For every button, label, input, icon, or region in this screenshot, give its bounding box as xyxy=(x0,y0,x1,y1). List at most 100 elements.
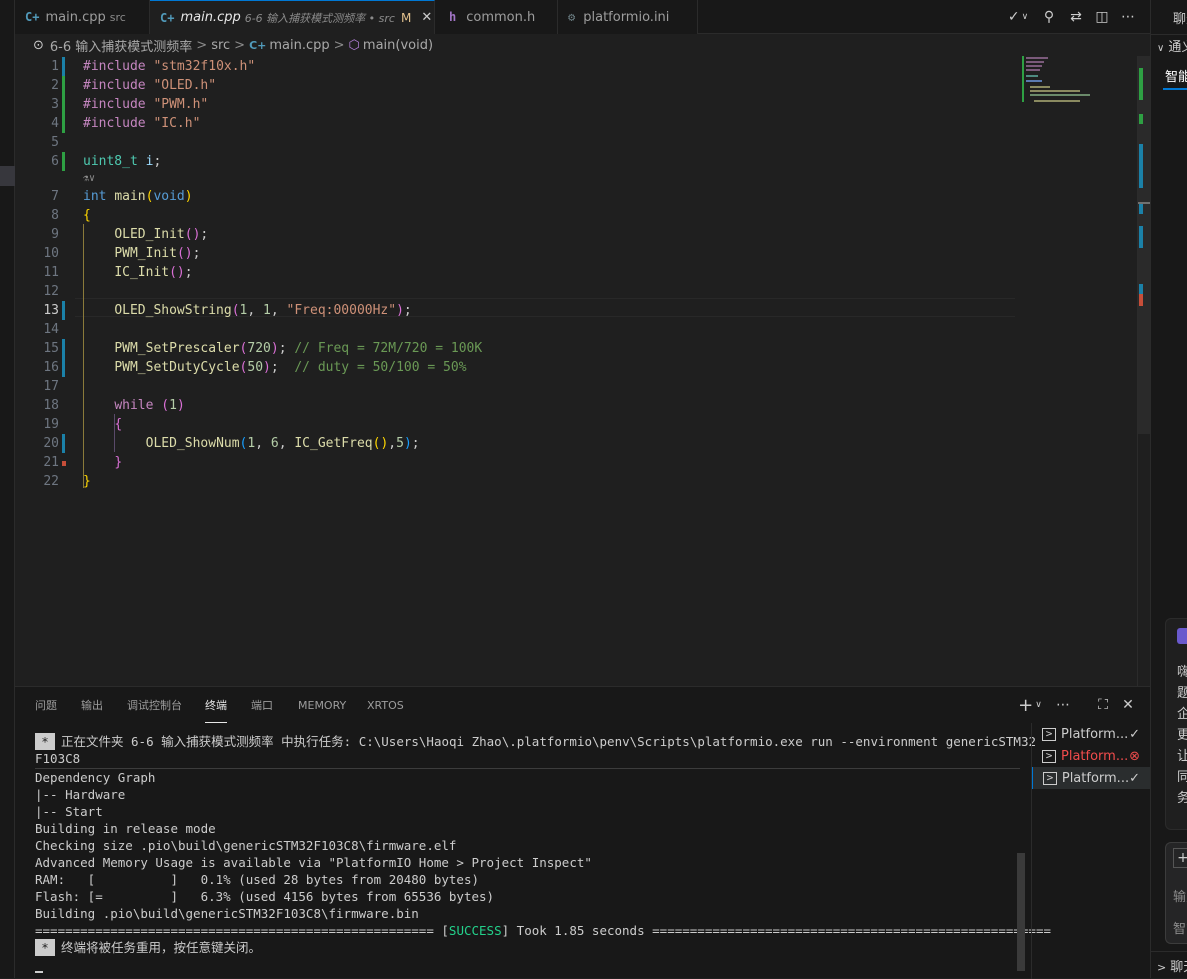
cpp-file-icon: C+ xyxy=(160,10,175,25)
chat-section-header[interactable]: ∨通义 xyxy=(1157,36,1187,55)
line-number: 10 xyxy=(43,246,59,261)
code-line[interactable]: PWM_SetPrescaler(720); // Freq = 72M/720… xyxy=(83,339,482,358)
chat-input-placeholder[interactable]: 输入 xyxy=(1173,886,1187,905)
chat-welcome-text: 务 xyxy=(1177,787,1187,806)
line-number: 7 xyxy=(51,189,59,204)
terminal-task-line-2: F103C8 xyxy=(35,751,81,766)
terminal-icon: > xyxy=(1042,727,1056,741)
cpp-file-icon: C+ xyxy=(25,10,40,24)
code-line[interactable]: PWM_Init(); xyxy=(83,244,200,263)
code-line[interactable]: } xyxy=(83,453,122,472)
line-number: 17 xyxy=(43,379,59,394)
breadcrumb-symbol[interactable]: main(void) xyxy=(363,38,433,53)
code-editor[interactable]: 1 #include "stm32f10x.h" 2 #include "OLED.h… xyxy=(15,56,1152,686)
git-change-marker[interactable] xyxy=(62,301,65,320)
git-change-marker[interactable] xyxy=(62,461,66,466)
tab-platformio-ini[interactable]: ⚙ platformio.ini xyxy=(558,0,698,34)
code-line[interactable]: PWM_SetDutyCycle(50); // duty = 50/100 =… xyxy=(83,358,466,377)
panel-tab-terminal[interactable]: 终端 xyxy=(205,687,227,723)
terminal-instance[interactable]: > Platform... ✓ xyxy=(1032,723,1150,745)
panel-tab-output[interactable]: 输出 xyxy=(81,687,103,723)
line-number: 5 xyxy=(51,135,59,150)
git-change-marker[interactable] xyxy=(62,57,65,76)
compare-icon[interactable]: ⇄ xyxy=(1064,0,1088,34)
git-change-marker[interactable] xyxy=(62,358,65,377)
terminal-scrollbar[interactable] xyxy=(1017,853,1025,971)
add-context-icon[interactable]: + xyxy=(1173,848,1187,868)
breadcrumb-folder[interactable]: 6-6 输入捕获模式测频率 xyxy=(50,36,192,55)
line-number: 12 xyxy=(43,284,59,299)
chat-welcome-text: 让 xyxy=(1177,745,1187,764)
terminal-line: |-- Hardware xyxy=(35,787,126,802)
line-number: 14 xyxy=(43,322,59,337)
terminal-line: Building in release mode xyxy=(35,821,216,836)
star-icon: * xyxy=(35,939,55,956)
tab-dir: src xyxy=(109,10,126,24)
tab-label: platformio.ini xyxy=(583,9,670,25)
line-number: 18 xyxy=(43,398,59,413)
check-dropdown-icon[interactable]: ✓ ∨ xyxy=(1000,0,1036,34)
panel-tab-xrtos[interactable]: XRTOS xyxy=(367,687,404,723)
chat-title[interactable]: 聊天 xyxy=(1173,8,1187,27)
split-editor-icon[interactable]: ◫ xyxy=(1090,0,1114,34)
line-number: 13 xyxy=(43,303,59,318)
code-line[interactable]: #include "stm32f10x.h" xyxy=(83,57,255,76)
git-change-marker[interactable] xyxy=(62,339,65,358)
tab-main-cpp-src[interactable]: C+ main.cpp src xyxy=(15,0,150,34)
git-change-marker[interactable] xyxy=(62,76,65,95)
add-terminal-icon[interactable]: + ∨ xyxy=(1015,687,1045,723)
chat-footer[interactable]: >聊天 xyxy=(1157,956,1187,975)
tab-main-cpp-active[interactable]: C+ main.cpp 6-6 输入捕获模式测频率 • src M ✕ xyxy=(150,0,435,34)
terminal-reuse-line: * 终端将被任务重用，按任意键关闭。 xyxy=(35,939,261,956)
code-line[interactable]: } xyxy=(83,472,91,491)
breadcrumb-file[interactable]: main.cpp xyxy=(269,38,329,53)
close-icon[interactable]: ✕ xyxy=(421,10,432,25)
line-number: 8 xyxy=(51,208,59,223)
line-number: 15 xyxy=(43,341,59,356)
breadcrumb-src[interactable]: src xyxy=(211,38,230,53)
code-line[interactable]: { xyxy=(83,415,122,434)
git-change-marker[interactable] xyxy=(62,95,65,114)
check-icon: ✓ xyxy=(1129,770,1140,786)
header-file-icon: h xyxy=(449,10,457,24)
code-line[interactable]: OLED_Init(); xyxy=(83,225,208,244)
code-line[interactable]: #include "OLED.h" xyxy=(83,76,216,95)
maximize-panel-icon[interactable]: ⛶ xyxy=(1093,687,1113,723)
tab-label: common.h xyxy=(466,9,536,25)
git-change-marker[interactable] xyxy=(62,434,65,453)
panel-tab-problems[interactable]: 问题 xyxy=(35,687,57,723)
chat-panel: 聊天 ∨通义 智能 嗨题企更让同务 + 输入 智能 >聊天 xyxy=(1150,0,1187,978)
chat-welcome-text: 企 xyxy=(1177,703,1187,722)
code-line[interactable]: #include "IC.h" xyxy=(83,114,200,133)
chat-tab[interactable]: 智能 xyxy=(1165,66,1187,85)
more-actions-icon[interactable]: ⋯ xyxy=(1116,0,1140,34)
git-change-marker[interactable] xyxy=(62,114,65,133)
git-change-marker[interactable] xyxy=(62,152,65,171)
tab-common-h[interactable]: h common.h xyxy=(435,0,558,34)
close-icon[interactable]: ✕ xyxy=(1118,687,1138,723)
code-line[interactable]: int main(void) xyxy=(83,187,193,206)
chevron-right-icon: > xyxy=(234,37,246,53)
inline-hint[interactable]: ⚗∨ xyxy=(83,169,95,188)
code-line[interactable]: { xyxy=(83,206,91,225)
code-line[interactable]: IC_Init(); xyxy=(83,263,192,282)
terminal-instance-selected[interactable]: > Platform... ✓ xyxy=(1032,767,1150,789)
minimap[interactable] xyxy=(1020,56,1138,686)
terminal-output[interactable]: * 正在文件夹 6-6 输入捕获模式测频率 中执行任务: C:\Users\Hao… xyxy=(15,723,1051,979)
code-line[interactable]: OLED_ShowNum(1, 6, IC_GetFreq(),5); xyxy=(83,434,420,453)
code-line[interactable]: while (1) xyxy=(83,396,184,415)
activity-bar-edge xyxy=(0,0,15,978)
code-line[interactable]: #include "PWM.h" xyxy=(83,95,208,114)
panel-tab-memory[interactable]: MEMORY xyxy=(298,687,346,723)
more-actions-icon[interactable]: ⋯ xyxy=(1053,687,1073,723)
panel-tab-ports[interactable]: 端口 xyxy=(251,687,273,723)
line-number: 1 xyxy=(51,59,59,74)
plug-icon[interactable]: ⚲ xyxy=(1037,0,1061,34)
chat-mode-label[interactable]: 智能 xyxy=(1173,918,1187,937)
chat-welcome-text: 同 xyxy=(1177,766,1187,785)
terminal-instance[interactable]: > Platform... ⊗ xyxy=(1032,745,1150,767)
panel-tab-debug-console[interactable]: 调试控制台 xyxy=(127,687,182,723)
terminal-line: |-- Start xyxy=(35,804,103,819)
code-line[interactable]: OLED_ShowString(1, 1, "Freq:00000Hz"); xyxy=(83,301,411,320)
tab-dir: 6-6 输入捕获模式测频率 • src xyxy=(244,11,395,25)
